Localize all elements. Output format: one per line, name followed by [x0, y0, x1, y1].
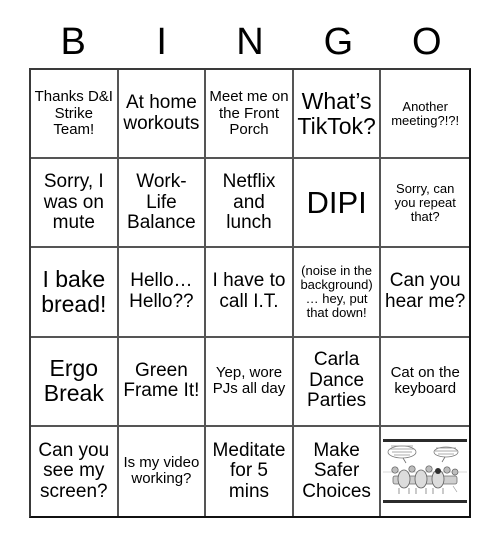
bingo-cell-o5[interactable]	[381, 426, 469, 516]
bingo-cell-o4[interactable]: Cat on the keyboard	[381, 337, 469, 427]
bingo-cell-g4[interactable]: Carla Dance Parties	[293, 337, 382, 427]
bingo-cell-o2[interactable]: Sorry, can you repeat that?	[381, 159, 469, 249]
bingo-cell-text: Ergo Break	[43, 355, 104, 407]
bingo-cell-n3[interactable]: I have to call I.T.	[206, 248, 294, 338]
bingo-cell-g5[interactable]: Make Safer Choices	[293, 426, 382, 516]
bingo-cell-i5[interactable]: Is my video working?	[118, 426, 207, 516]
bingo-header-letter-n: N	[236, 21, 264, 63]
bingo-cell-b3[interactable]: I bake bread!	[31, 248, 119, 338]
bingo-cell-b5[interactable]: Can you see my screen?	[31, 426, 119, 516]
bingo-cell-text: Can you hear me?	[385, 270, 466, 312]
bingo-cell-text: Meditate for 5 mins	[212, 439, 286, 502]
bingo-cell-text: I have to call I.T.	[212, 270, 286, 312]
bingo-cell-text: (noise in the background) … hey, put tha…	[300, 262, 373, 321]
bingo-cell-g3[interactable]: (noise in the background) … hey, put tha…	[293, 248, 382, 338]
bingo-cell-text: Cat on the keyboard	[390, 364, 460, 398]
bingo-cell-text: Thanks D&I Strike Team!	[34, 88, 113, 138]
bingo-cell-text: Work-Life Balance	[127, 171, 196, 234]
bingo-grid: Thanks D&I Strike Team! At home workouts…	[29, 68, 471, 518]
bingo-cell-text: Sorry, I was on mute	[43, 171, 104, 234]
bingo-cell-text: What’s TikTok?	[297, 87, 376, 139]
bingo-cell-n4[interactable]: Yep, wore PJs all day	[206, 337, 294, 427]
bingo-cell-i4[interactable]: Green Frame It!	[118, 337, 207, 427]
bingo-cell-b2[interactable]: Sorry, I was on mute	[31, 159, 119, 249]
bingo-cell-i1[interactable]: At home workouts	[118, 70, 207, 160]
bingo-cell-text: At home workouts	[123, 92, 200, 134]
bingo-cell-text: Another meeting?!?!	[391, 98, 460, 128]
bingo-header-letter-o: O	[412, 21, 442, 63]
bingo-cell-n1[interactable]: Meet me on the Front Porch	[206, 70, 294, 160]
bingo-header-letter-i: I	[156, 21, 167, 63]
bingo-cell-text: I bake bread!	[41, 266, 107, 317]
bingo-cell-text: Hello… Hello??	[129, 270, 194, 312]
bingo-cell-text: Sorry, can you repeat that?	[394, 180, 456, 224]
bingo-header-row: B I N G O	[29, 18, 471, 66]
bingo-cell-n2[interactable]: Netflix and lunch	[206, 159, 294, 249]
bingo-cell-n5[interactable]: Meditate for 5 mins	[206, 426, 294, 516]
bingo-cell-g2[interactable]: DIPI	[293, 159, 382, 249]
bingo-cell-o3[interactable]: Can you hear me?	[381, 248, 469, 338]
bingo-cell-text: DIPI	[306, 185, 367, 221]
bingo-cell-b1[interactable]: Thanks D&I Strike Team!	[31, 70, 119, 160]
bingo-cell-text: Meet me on the Front Porch	[209, 88, 289, 138]
bingo-cell-text: Carla Dance Parties	[307, 349, 367, 412]
bingo-header-letter-g: G	[323, 21, 354, 63]
meeting-cartoon-icon	[383, 439, 468, 504]
bingo-cell-text: Make Safer Choices	[302, 439, 371, 502]
bingo-cell-b4[interactable]: Ergo Break	[31, 337, 119, 427]
bingo-cell-i2[interactable]: Work-Life Balance	[118, 159, 207, 249]
bingo-cell-text: Green Frame It!	[123, 359, 200, 402]
bingo-cell-text: Netflix and lunch	[222, 171, 276, 234]
bingo-cell-text: Is my video working?	[123, 454, 200, 488]
bingo-cell-i3[interactable]: Hello… Hello??	[118, 248, 207, 338]
bingo-header-letter-b: B	[60, 21, 86, 63]
bingo-cell-text: Can you see my screen?	[38, 439, 110, 502]
bingo-cell-o1[interactable]: Another meeting?!?!	[381, 70, 469, 160]
bingo-card: B I N G O Thanks D&I Strike Team! At hom…	[0, 0, 500, 544]
bingo-cell-g1[interactable]: What’s TikTok?	[293, 70, 382, 160]
bingo-cell-text: Yep, wore PJs all day	[212, 364, 286, 398]
